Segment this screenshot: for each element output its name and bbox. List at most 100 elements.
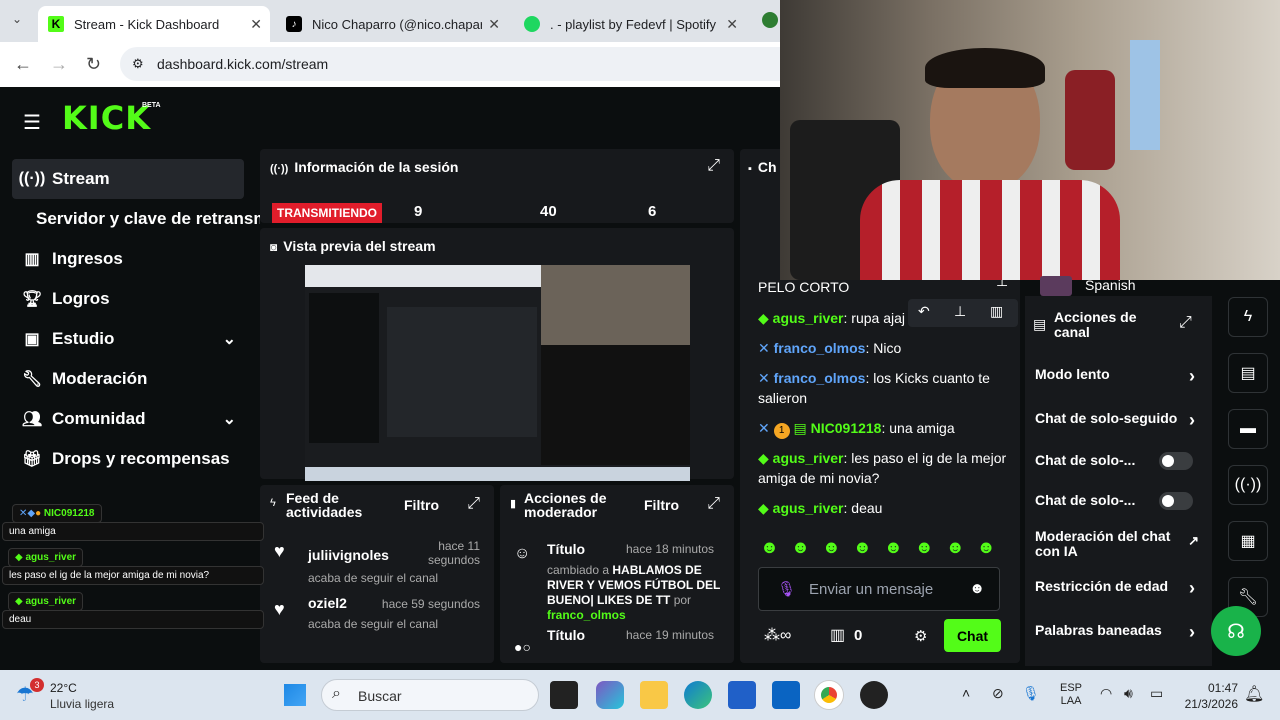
url-field[interactable]: ⚙ dashboard.kick.com/stream <box>120 47 780 81</box>
emote-icon[interactable]: ☻ <box>822 537 853 557</box>
chat-input[interactable]: 🎙︎ Enviar un mensaje ☻ <box>758 567 1000 611</box>
subs-only-toggle[interactable] <box>1159 452 1193 470</box>
activity-filter-button[interactable]: Filtro <box>404 497 439 513</box>
volume-icon[interactable]: 🔊︎ <box>1124 685 1133 702</box>
store-app-icon[interactable] <box>728 681 756 709</box>
emote-icon[interactable]: ☻ <box>791 537 822 557</box>
start-button[interactable] <box>284 684 306 706</box>
emote-only-option[interactable]: Chat de solo-... <box>1035 492 1205 512</box>
emoji-icon[interactable]: ☻ <box>969 580 985 597</box>
beta-badge: BETA <box>142 102 161 109</box>
sidebar-item-comunidad[interactable]: 👥︎ Comunidad ⌄ <box>12 399 244 439</box>
store-icon[interactable]: ▥ <box>830 625 845 645</box>
chat-send-button[interactable]: Chat <box>944 619 1001 652</box>
option-label: Chat de solo-... <box>1035 452 1136 468</box>
copilot-icon[interactable] <box>596 681 624 709</box>
mic-icon[interactable]: 🎙︎ <box>1022 685 1040 702</box>
globe-favicon-icon[interactable] <box>762 12 778 28</box>
chat-username[interactable]: franco_olmos <box>774 340 866 356</box>
site-info-icon[interactable]: ⚙ <box>132 56 144 72</box>
slow-mode-option[interactable]: Modo lento › <box>1035 366 1205 386</box>
emote-icon[interactable]: ☻ <box>946 537 977 557</box>
close-tab-icon[interactable]: ✕ <box>250 16 262 33</box>
obs-icon[interactable] <box>860 681 888 709</box>
sidebar-item-drops[interactable]: 🎁︎ Drops y recompensas <box>12 439 244 479</box>
age-restriction-option[interactable]: Restricción de edad › <box>1035 578 1205 598</box>
quick-actions-button[interactable]: ϟ <box>1228 297 1268 337</box>
sidebar-item-ingresos[interactable]: ▥ Ingresos <box>12 239 244 279</box>
tab-title: Nico Chaparro (@nico.chaparro <box>312 16 482 32</box>
mod-filter-button[interactable]: Filtro <box>644 497 679 513</box>
ai-moderation-option[interactable]: Moderación del chat con IA ↗ <box>1035 529 1199 559</box>
sidebar-item-server-key[interactable]: Servidor y clave de retransm <box>36 199 260 239</box>
microphone-icon[interactable]: 🎙︎ <box>777 580 796 598</box>
battery-icon[interactable]: ▭ <box>1150 685 1163 702</box>
activity-user[interactable]: oziel2 <box>308 595 347 611</box>
desc-user[interactable]: franco_olmos <box>547 608 626 622</box>
points-icon[interactable]: ⁂∞ <box>764 625 791 645</box>
chat-button[interactable]: ▬ <box>1228 409 1268 449</box>
task-view-icon[interactable] <box>550 681 578 709</box>
notification-bell-icon[interactable]: 🔔︎ <box>1244 684 1264 704</box>
channel-actions-icon: ▤ <box>1033 316 1047 332</box>
kick-logo[interactable]: KICK <box>62 99 151 137</box>
sidebar-item-estudio[interactable]: ▣ Estudio ⌄ <box>12 319 244 359</box>
layout-button[interactable]: ▦ <box>1228 521 1268 561</box>
emote-icon[interactable]: ☻ <box>977 537 1008 557</box>
sidebar-item-logros[interactable]: 🏆︎ Logros <box>12 279 244 319</box>
broadcast-button[interactable]: ((·)) <box>1228 465 1268 505</box>
chat-username[interactable]: agus_river <box>773 500 844 516</box>
chat-username[interactable]: NIC091218 <box>811 420 882 436</box>
doc-icon: ▮ <box>510 498 517 510</box>
tray-chevron-icon[interactable]: ˄ <box>962 685 970 701</box>
heart-icon: ♥ <box>274 541 285 561</box>
subs-only-option[interactable]: Chat de solo-... <box>1035 452 1205 472</box>
followers-only-option[interactable]: Chat de solo-seguido › <box>1035 410 1205 430</box>
tab-title: Stream - Kick Dashboard <box>74 16 220 32</box>
emote-only-toggle[interactable] <box>1159 492 1193 510</box>
chat-username[interactable]: agus_river <box>773 310 844 326</box>
close-tab-icon[interactable]: ✕ <box>488 16 500 33</box>
overlay-chat: ✕◆● NIC091218 una amiga ◆ agus_river les… <box>0 502 266 632</box>
reload-icon[interactable]: ↻ <box>86 54 101 75</box>
sidebar-item-moderacion[interactable]: 🔧︎ Moderación <box>12 359 244 399</box>
browser-tab-bar: ⌄ K Stream - Kick Dashboard ✕ ♪ Nico Cha… <box>0 0 780 42</box>
notes-button[interactable]: ▤ <box>1228 353 1268 393</box>
tab-spotify[interactable]: . - playlist by Fedevf | Spotify ✕ <box>514 6 746 42</box>
banned-words-option[interactable]: Palabras baneadas › <box>1035 622 1205 642</box>
edge-icon[interactable] <box>684 681 712 709</box>
hamburger-menu-icon[interactable]: ☰ <box>23 110 41 135</box>
emote-icon[interactable]: ☻ <box>915 537 946 557</box>
mod-action-time: hace 19 minutos <box>626 628 715 642</box>
points-count: 0 <box>854 627 863 644</box>
support-button[interactable]: ☊ <box>1211 606 1261 656</box>
chat-username[interactable]: agus_river <box>773 450 844 466</box>
forward-arrow-icon[interactable]: → <box>50 54 68 75</box>
expand-icon[interactable]: ⤢ <box>707 495 720 513</box>
sidebar-item-stream[interactable]: ((·)) Stream <box>12 159 244 199</box>
taskbar-search[interactable]: ⌕ Buscar <box>321 679 539 711</box>
chrome-icon[interactable] <box>815 681 843 709</box>
file-explorer-icon[interactable] <box>640 681 668 709</box>
activity-user[interactable]: juliivignoles <box>308 547 389 563</box>
close-tab-icon[interactable]: ✕ <box>726 16 738 33</box>
stream-preview-video[interactable] <box>305 265 690 481</box>
expand-icon[interactable]: ⤢ <box>467 495 480 513</box>
expand-icon[interactable]: ⤢ <box>707 157 720 175</box>
emote-icon[interactable]: ☻ <box>853 537 884 557</box>
wifi-icon[interactable]: ◠ <box>1100 685 1112 702</box>
language-indicator[interactable]: ESP LAA <box>1060 682 1082 708</box>
expand-icon[interactable]: ⤢ <box>1179 314 1192 332</box>
tab-search-button[interactable]: ⌄ <box>12 12 22 26</box>
emote-icon[interactable]: ☻ <box>760 537 791 557</box>
back-arrow-icon[interactable]: ← <box>14 54 32 75</box>
tab-kick-dashboard[interactable]: K Stream - Kick Dashboard ✕ <box>38 6 270 42</box>
tab-tiktok[interactable]: ♪ Nico Chaparro (@nico.chaparro ✕ <box>276 6 508 42</box>
network-off-icon[interactable]: ⊘ <box>992 685 1004 702</box>
clock[interactable]: 01:47 21/3/2026 <box>1178 680 1238 712</box>
weather-widget[interactable]: ☂ 3 22°C Lluvia ligera <box>14 678 154 714</box>
chat-username[interactable]: franco_olmos <box>774 370 866 386</box>
emote-icon[interactable]: ☻ <box>884 537 915 557</box>
outlook-icon[interactable] <box>772 681 800 709</box>
chat-settings-icon[interactable]: ⚙ <box>914 627 927 645</box>
